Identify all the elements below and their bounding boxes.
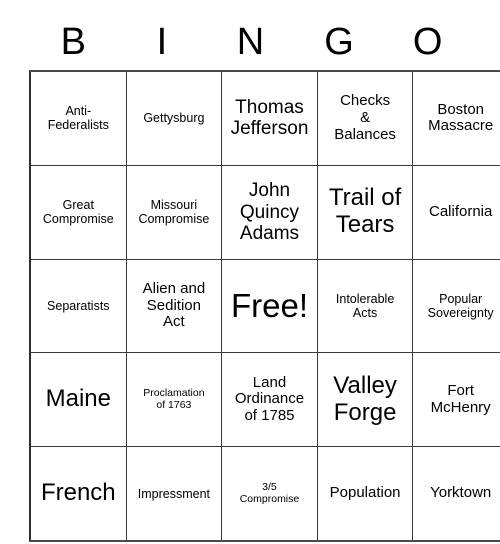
- bingo-row: Maine Proclamation of 1763 Land Ordinanc…: [28, 352, 500, 448]
- bingo-cell[interactable]: Land Ordinance of 1785: [221, 352, 318, 448]
- bingo-cell[interactable]: Maine: [28, 352, 127, 448]
- bingo-header: B I N G O: [29, 14, 472, 70]
- bingo-row: Great Compromise Missouri Compromise Joh…: [28, 164, 500, 260]
- bingo-cell[interactable]: Proclamation of 1763: [125, 352, 223, 448]
- bingo-cell-free[interactable]: Free!: [221, 258, 318, 354]
- bingo-cell[interactable]: French: [28, 446, 127, 542]
- bingo-cell[interactable]: Popular Sovereignty: [412, 258, 500, 354]
- bingo-header-letter-o: O: [412, 21, 443, 63]
- bingo-cell-label: Fort McHenry: [430, 381, 491, 416]
- bingo-cell-label: Gettysburg: [143, 111, 205, 126]
- bingo-cell-label: Great Compromise: [42, 198, 114, 227]
- bingo-cell-label: Valley Forge: [333, 371, 397, 426]
- bingo-cell-label: Thomas Jefferson: [230, 97, 309, 140]
- bingo-cell[interactable]: John Quincy Adams: [221, 164, 318, 260]
- bingo-header-letter-b: B: [60, 21, 86, 63]
- bingo-cell-label: Anti- Federalists: [47, 104, 109, 133]
- bingo-row: Anti- Federalists Gettysburg Thomas Jeff…: [28, 69, 500, 166]
- bingo-card: B I N G O Anti- Federalists Gettysburg T…: [28, 14, 500, 542]
- bingo-cell-label: Impressment: [137, 486, 211, 501]
- bingo-cell-label: Population: [329, 484, 401, 502]
- bingo-cell-label: Separatists: [47, 298, 110, 313]
- bingo-row: French Impressment 3/5 Compromise Popula…: [28, 446, 500, 542]
- bingo-cell-label: Maine: [45, 385, 111, 413]
- bingo-cell[interactable]: Boston Massacre: [412, 69, 500, 166]
- bingo-cell[interactable]: Thomas Jefferson: [221, 69, 318, 166]
- bingo-cell-label: John Quincy Adams: [239, 180, 300, 244]
- bingo-cell[interactable]: Yorktown: [412, 446, 500, 542]
- bingo-cell-label: Popular Sovereignty: [427, 291, 494, 320]
- bingo-grid: Anti- Federalists Gettysburg Thomas Jeff…: [28, 69, 500, 542]
- bingo-cell[interactable]: Population: [316, 446, 414, 542]
- bingo-cell[interactable]: Fort McHenry: [412, 352, 500, 448]
- bingo-row: Separatists Alien and Sedition Act Free!…: [28, 258, 500, 354]
- bingo-cell[interactable]: Trail of Tears: [316, 164, 414, 260]
- bingo-cell-label: Land Ordinance of 1785: [234, 373, 305, 425]
- bingo-cell[interactable]: Separatists: [28, 258, 127, 354]
- bingo-cell-label: French: [40, 479, 116, 507]
- bingo-cell-label: Free!: [230, 286, 308, 324]
- bingo-cell-label: 3/5 Compromise: [239, 480, 300, 505]
- bingo-cell-label: Boston Massacre: [428, 100, 494, 135]
- bingo-cell[interactable]: Anti- Federalists: [28, 69, 127, 166]
- bingo-cell-label: Alien and Sedition Act: [142, 279, 206, 331]
- bingo-cell[interactable]: Checks & Balances: [316, 69, 414, 166]
- bingo-cell[interactable]: Intolerable Acts: [316, 258, 414, 354]
- bingo-cell-label: Yorktown: [430, 484, 492, 502]
- bingo-cell[interactable]: Gettysburg: [125, 69, 223, 166]
- bingo-cell-label: Checks & Balances: [334, 92, 396, 143]
- bingo-header-letter-i: I: [156, 21, 168, 63]
- bingo-cell-label: Trail of Tears: [328, 184, 402, 239]
- bingo-cell[interactable]: Missouri Compromise: [125, 164, 223, 260]
- bingo-cell[interactable]: Alien and Sedition Act: [125, 258, 223, 354]
- bingo-cell[interactable]: 3/5 Compromise: [221, 446, 318, 542]
- bingo-cell[interactable]: Valley Forge: [316, 352, 414, 448]
- bingo-cell-label: Proclamation of 1763: [143, 387, 205, 411]
- bingo-header-letter-g: G: [324, 21, 354, 63]
- bingo-cell[interactable]: California: [412, 164, 500, 260]
- bingo-cell[interactable]: Impressment: [125, 446, 223, 542]
- bingo-cell-label: Missouri Compromise: [138, 198, 210, 227]
- bingo-cell[interactable]: Great Compromise: [28, 164, 127, 260]
- bingo-cell-label: Intolerable Acts: [335, 291, 395, 320]
- bingo-cell-label: California: [428, 202, 493, 220]
- bingo-header-letter-n: N: [236, 21, 265, 63]
